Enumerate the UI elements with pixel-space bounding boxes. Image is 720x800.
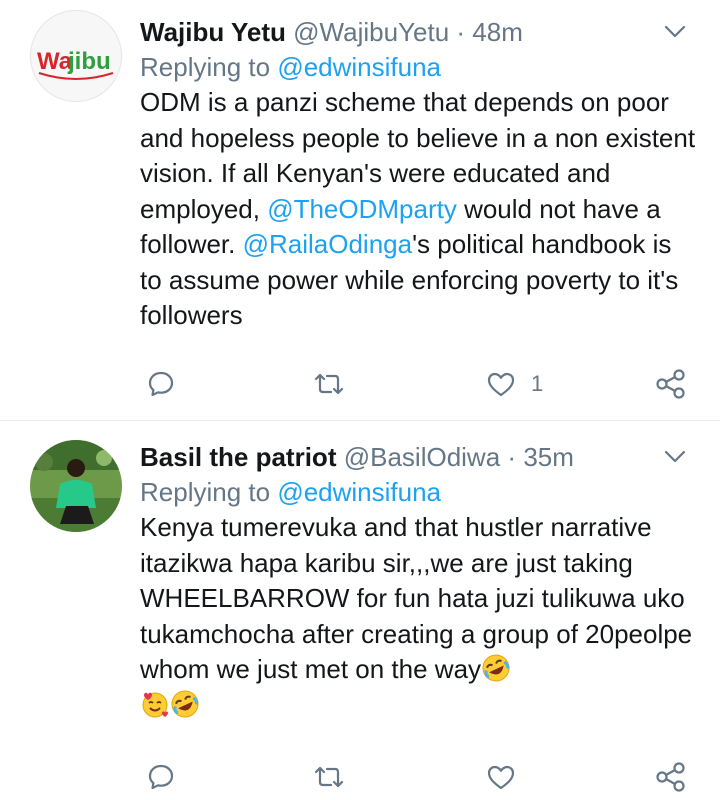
share-button[interactable]	[654, 757, 688, 797]
user-photo	[30, 440, 122, 532]
tweet[interactable]: Wa jibu Wajibu Yetu @WajibuYetu · 48m Re…	[0, 0, 720, 420]
replying-to-link[interactable]: @edwinsifuna	[277, 477, 441, 507]
user-handle[interactable]: @BasilOdiwa	[344, 442, 500, 472]
chevron-down-icon[interactable]	[662, 14, 688, 50]
replying-to-label: Replying to	[140, 52, 271, 82]
comment-icon	[148, 371, 174, 397]
like-button[interactable]: 1	[485, 364, 543, 404]
rolling-on-floor-laughing-emoji	[481, 653, 511, 683]
display-name[interactable]: Wajibu Yetu	[140, 17, 286, 47]
comment-icon	[148, 764, 174, 790]
mention-link[interactable]: @RailaOdinga	[243, 229, 412, 259]
tweet-text: ODM is a panzi scheme that depends on po…	[140, 85, 700, 334]
like-count: 1	[531, 371, 544, 396]
heart-icon	[487, 372, 515, 397]
separator-dot: ·	[507, 442, 517, 472]
heart-icon	[487, 765, 515, 790]
share-icon	[656, 762, 685, 792]
tweet-text: Kenya tumerevuka and that hustler narrat…	[140, 510, 700, 723]
retweet-button[interactable]	[312, 757, 346, 797]
tweet-time[interactable]: 35m	[523, 442, 574, 472]
tweet-actions	[140, 757, 700, 797]
share-icon	[656, 369, 685, 399]
reply-button[interactable]	[146, 364, 176, 404]
chevron-down-icon[interactable]	[662, 439, 688, 475]
wajibu-logo: Wa jibu	[31, 11, 121, 101]
tweet-header: Wajibu Yetu @WajibuYetu · 48m	[140, 14, 700, 50]
replying-to-label: Replying to	[140, 477, 271, 507]
separator-dot: ·	[456, 17, 466, 47]
smiling-face-with-hearts-emoji	[140, 689, 170, 719]
retweet-button[interactable]	[312, 364, 346, 404]
mention-link[interactable]: @TheODMparty	[267, 194, 457, 224]
avatar-logo-text-b: jibu	[67, 48, 111, 75]
avatar[interactable]	[30, 440, 122, 532]
user-handle[interactable]: @WajibuYetu	[293, 17, 449, 47]
share-button[interactable]	[654, 364, 688, 404]
rolling-on-floor-laughing-emoji	[170, 689, 200, 719]
replying-to-link[interactable]: @edwinsifuna	[277, 52, 441, 82]
display-name[interactable]: Basil the patriot	[140, 442, 336, 472]
replying-to: Replying to @edwinsifuna	[140, 50, 700, 84]
tweet-time[interactable]: 48m	[472, 17, 523, 47]
like-button[interactable]	[485, 757, 517, 797]
tweet-header: Basil the patriot @BasilOdiwa · 35m	[140, 439, 700, 475]
tweet-text-part: Kenya tumerevuka and that hustler narrat…	[140, 512, 693, 684]
retweet-icon	[314, 373, 344, 395]
avatar[interactable]: Wa jibu	[30, 10, 122, 102]
reply-button[interactable]	[146, 757, 176, 797]
tweet-actions: 1	[140, 364, 700, 404]
replying-to: Replying to @edwinsifuna	[140, 475, 700, 509]
retweet-icon	[314, 766, 344, 788]
tweet[interactable]: Basil the patriot @BasilOdiwa · 35m Repl…	[0, 421, 720, 800]
